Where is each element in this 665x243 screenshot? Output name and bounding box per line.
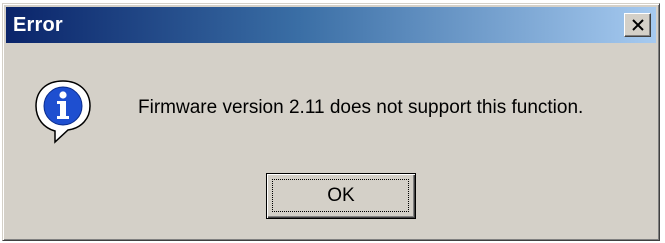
error-dialog: Error Firmware version 2.11 does not sup… xyxy=(2,3,660,241)
info-icon xyxy=(35,80,91,144)
dialog-title: Error xyxy=(13,14,63,36)
error-message: Firmware version 2.11 does not support t… xyxy=(138,97,584,118)
ok-button-label: OK xyxy=(327,185,355,206)
close-button[interactable] xyxy=(624,13,651,37)
ok-button[interactable]: OK xyxy=(266,173,416,219)
close-icon xyxy=(632,19,644,31)
title-bar[interactable]: Error xyxy=(6,7,656,43)
